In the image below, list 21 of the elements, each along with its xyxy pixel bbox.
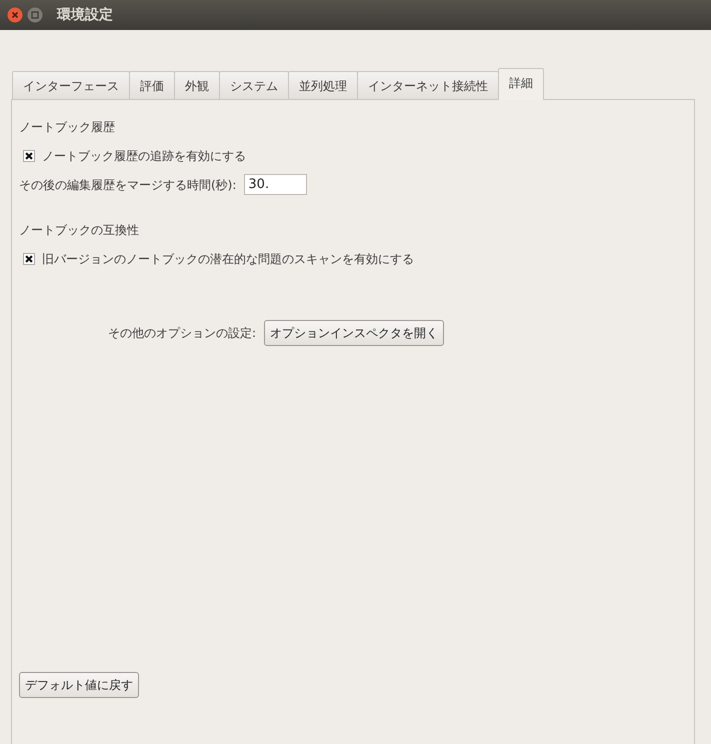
tab[interactable]: システム <box>219 71 289 99</box>
close-icon[interactable] <box>7 7 23 23</box>
tab[interactable]: 評価 <box>129 71 175 99</box>
options-label: その他のオプションの設定: <box>108 325 256 342</box>
checkbox[interactable] <box>23 150 35 162</box>
section-heading: ノートブックの互換性 <box>19 222 140 239</box>
window-title: 環境設定 <box>57 6 113 24</box>
tab[interactable]: インターフェース <box>12 71 130 99</box>
tab[interactable]: 並列処理 <box>288 71 358 99</box>
checkbox[interactable] <box>23 253 35 265</box>
tab[interactable]: インターネット接続性 <box>357 71 499 99</box>
section-heading: ノートブック履歴 <box>19 119 116 136</box>
open-inspector-button[interactable]: オプションインスペクタを開く <box>264 320 444 346</box>
input-field[interactable]: 30. <box>244 174 308 195</box>
checkbox-label: ノートブック履歴の追跡を有効にする <box>42 148 246 165</box>
checkbox-label: 旧バージョンのノートブックの潜在的な問題のスキャンを有効にする <box>42 251 414 268</box>
tab[interactable]: 詳細 <box>498 68 544 100</box>
tab[interactable]: 外観 <box>174 71 220 99</box>
maximize-icon[interactable] <box>27 7 43 23</box>
field-label: その後の編集履歴をマージする時間(秒): <box>19 176 236 194</box>
reset-button[interactable]: デフォルト値に戻す <box>19 672 139 698</box>
